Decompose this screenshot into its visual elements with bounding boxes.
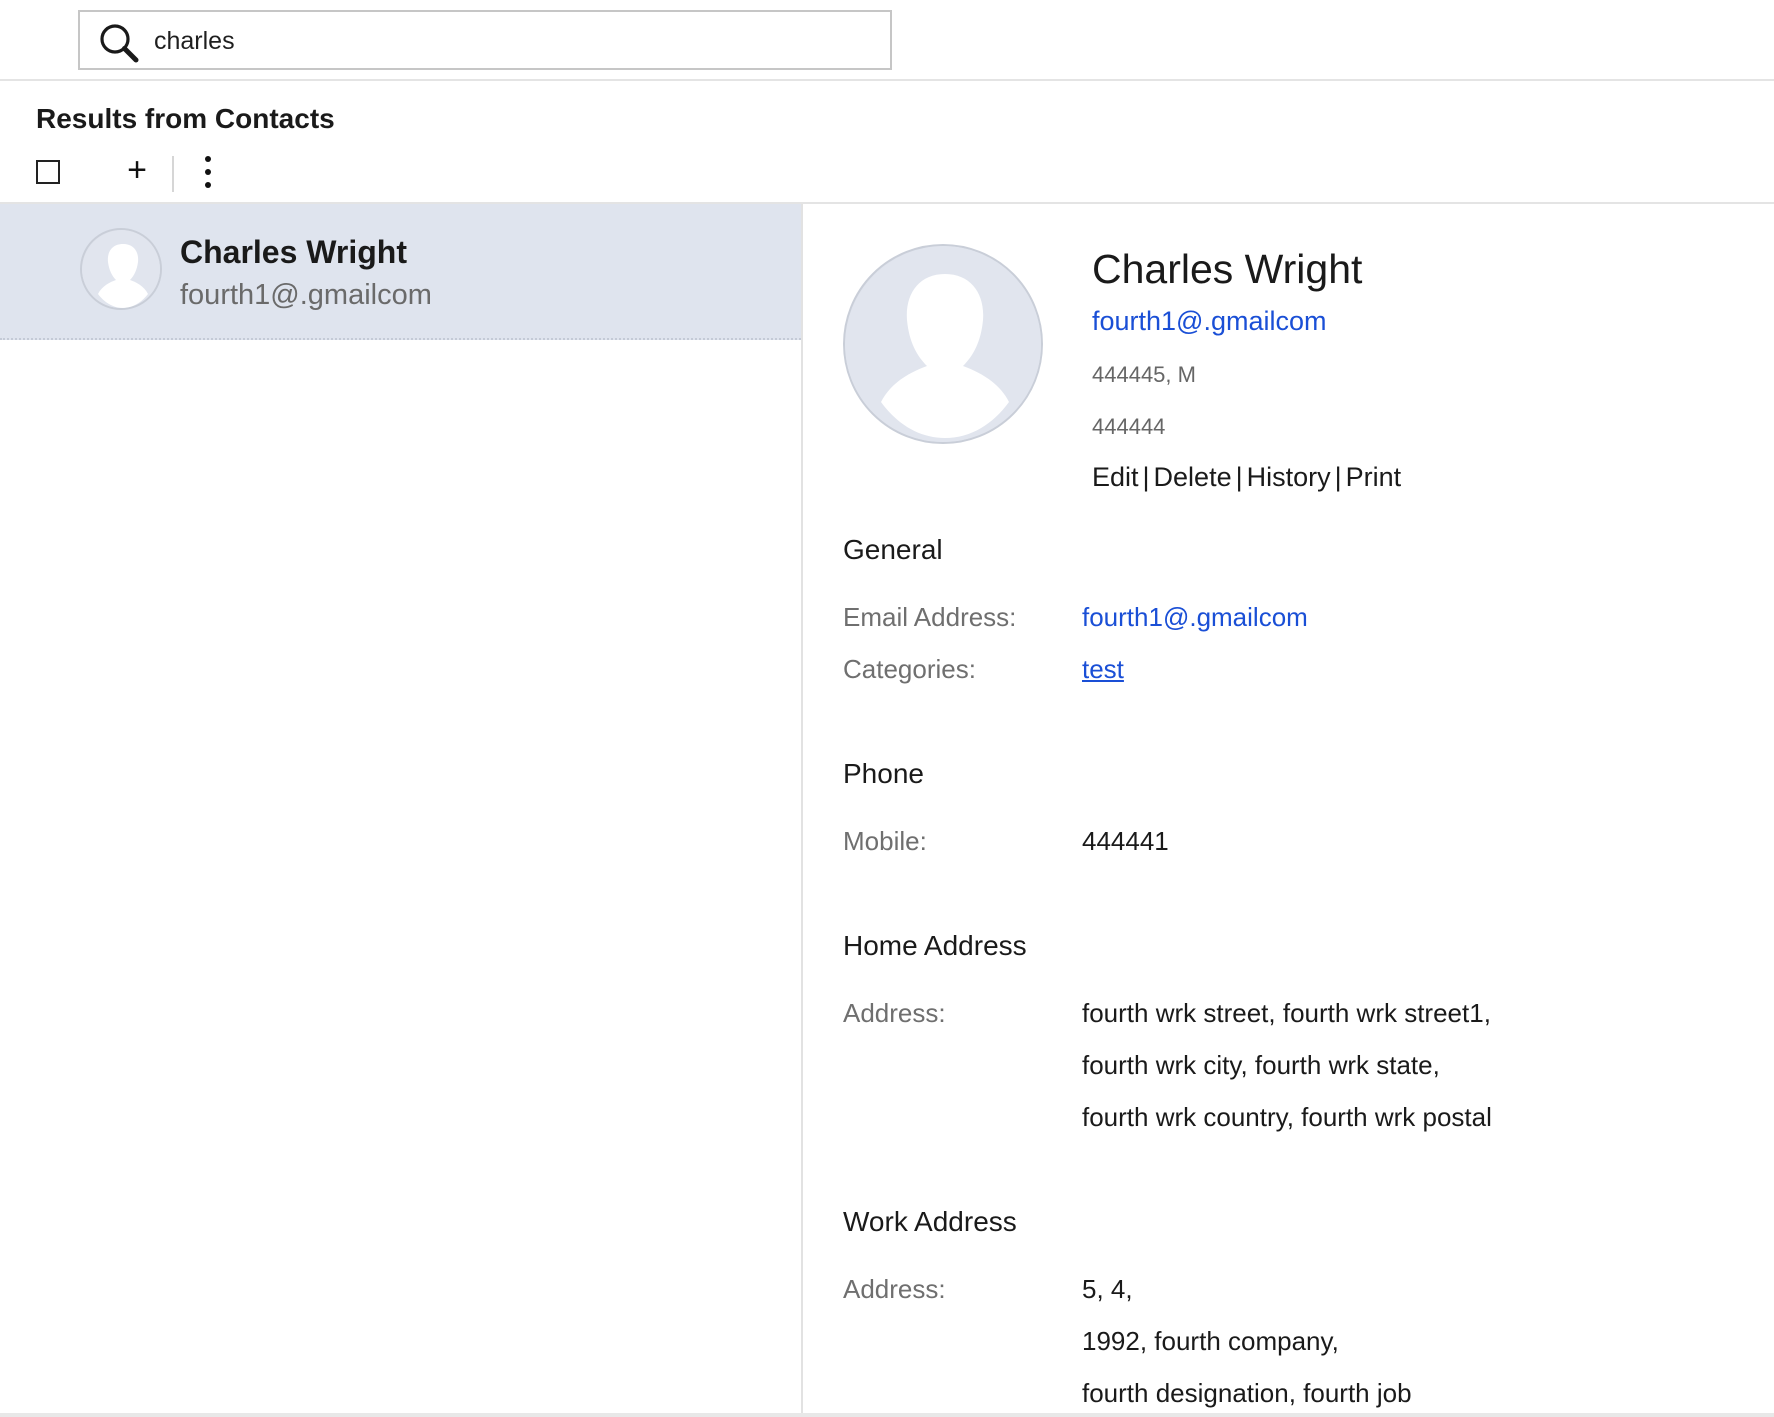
email-address-label: Email Address: bbox=[843, 602, 1017, 632]
select-all-checkbox[interactable] bbox=[36, 160, 60, 184]
home-address-label: Address: bbox=[843, 998, 946, 1028]
add-contact-button[interactable]: + bbox=[122, 150, 152, 190]
top-bar bbox=[0, 0, 1774, 81]
section-title-work-address: Work Address bbox=[843, 1206, 1017, 1237]
more-vertical-icon[interactable] bbox=[196, 156, 220, 190]
contact-actions: Edit | Delete | History | Print bbox=[1092, 462, 1401, 493]
avatar-placeholder-icon bbox=[80, 228, 162, 310]
section-title-phone: Phone bbox=[843, 758, 924, 789]
work-address-line-1: 5, 4, bbox=[1082, 1274, 1133, 1304]
contact-info-line-1: 444445, M bbox=[1092, 362, 1196, 387]
section-title-general: General bbox=[843, 534, 943, 565]
print-link[interactable]: Print bbox=[1346, 462, 1402, 492]
category-link[interactable]: test bbox=[1082, 654, 1124, 685]
work-address-line-2: 1992, fourth company, bbox=[1082, 1326, 1339, 1356]
email-address-link[interactable]: fourth1@.gmailcom bbox=[1082, 602, 1308, 633]
action-separator: | bbox=[1334, 462, 1342, 492]
bottom-edge bbox=[0, 1413, 1774, 1417]
edit-link[interactable]: Edit bbox=[1092, 462, 1139, 492]
search-icon[interactable] bbox=[98, 22, 142, 64]
avatar-placeholder-icon bbox=[843, 244, 1043, 444]
action-separator: | bbox=[1235, 462, 1243, 492]
mobile-value: 444441 bbox=[1082, 826, 1169, 856]
categories-label: Categories: bbox=[843, 654, 976, 684]
results-list: Charles Wright fourth1@.gmailcom bbox=[0, 204, 801, 1417]
delete-link[interactable]: Delete bbox=[1154, 462, 1232, 492]
home-address-line-2: fourth wrk city, fourth wrk state, bbox=[1082, 1050, 1440, 1080]
results-title: Results from Contacts bbox=[36, 103, 335, 134]
mobile-label: Mobile: bbox=[843, 826, 927, 856]
toolbar-divider bbox=[172, 156, 174, 192]
section-title-home-address: Home Address bbox=[843, 930, 1027, 961]
list-item-name: Charles Wright bbox=[180, 234, 407, 270]
action-separator: | bbox=[1142, 462, 1150, 492]
history-link[interactable]: History bbox=[1247, 462, 1331, 492]
search-box[interactable] bbox=[78, 10, 892, 70]
contact-name: Charles Wright bbox=[1092, 246, 1363, 292]
list-item-email: fourth1@.gmailcom bbox=[180, 279, 432, 311]
contact-email-link[interactable]: fourth1@.gmailcom bbox=[1092, 306, 1327, 337]
list-item[interactable]: Charles Wright fourth1@.gmailcom bbox=[0, 204, 801, 340]
work-address-line-3: fourth designation, fourth job bbox=[1082, 1378, 1412, 1408]
contact-detail: Charles Wright fourth1@.gmailcom 444445,… bbox=[803, 204, 1774, 1417]
contact-info-line-2: 444444 bbox=[1092, 414, 1166, 439]
home-address-line-1: fourth wrk street, fourth wrk street1, bbox=[1082, 998, 1491, 1028]
list-toolbar: + bbox=[0, 150, 400, 194]
work-address-label: Address: bbox=[843, 1274, 946, 1304]
search-input[interactable] bbox=[154, 20, 874, 62]
contacts-app: Results from Contacts + Charles Wright f… bbox=[0, 0, 1774, 1417]
home-address-line-3: fourth wrk country, fourth wrk postal bbox=[1082, 1102, 1492, 1132]
